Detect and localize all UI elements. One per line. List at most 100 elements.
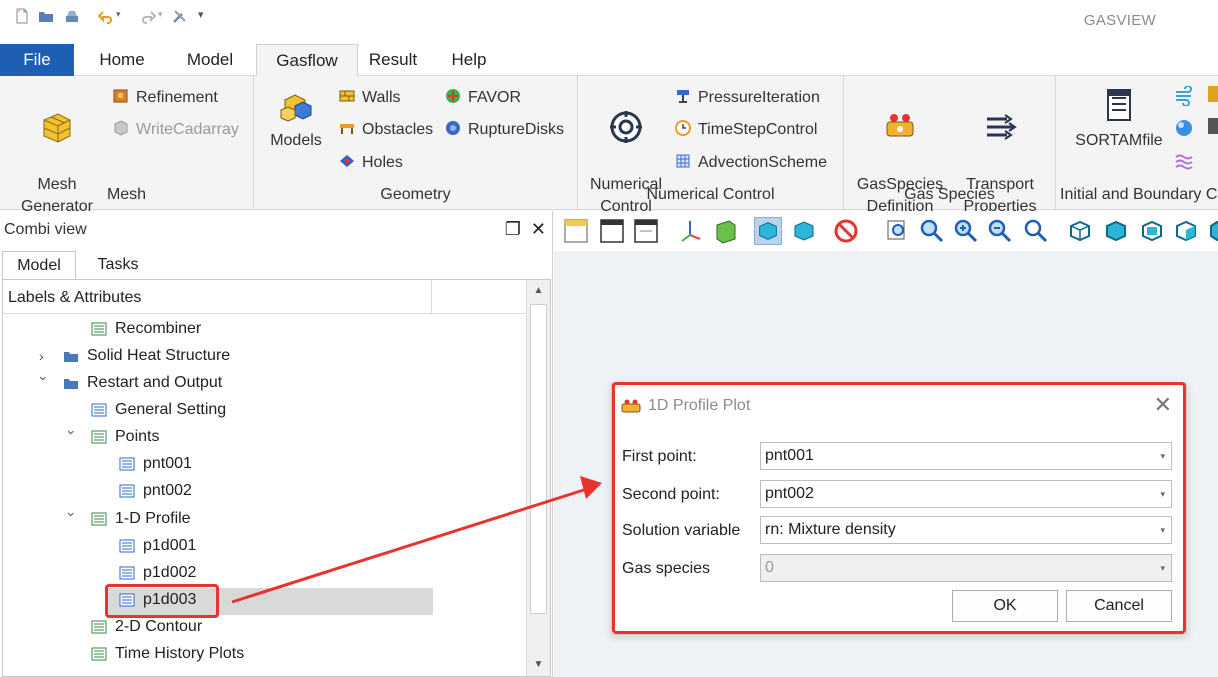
no-entry-icon[interactable] bbox=[832, 217, 860, 245]
rupturedisks-button[interactable]: RuptureDisks bbox=[444, 118, 564, 142]
refinement-button[interactable]: Refinement bbox=[112, 86, 218, 110]
scroll-down-icon[interactable]: ▼ bbox=[527, 654, 550, 676]
mesh-cube-icon bbox=[43, 113, 71, 143]
list-node-icon bbox=[91, 647, 107, 661]
pressure-iteration-label: PressureIteration bbox=[698, 89, 820, 106]
profile-node-icon bbox=[119, 539, 135, 553]
tree-item-label: p1d001 bbox=[143, 537, 197, 554]
axes-icon[interactable] bbox=[678, 217, 706, 245]
obstacles-button[interactable]: Obstacles bbox=[338, 118, 433, 142]
tab-file[interactable]: File bbox=[0, 44, 74, 76]
save-icon[interactable] bbox=[64, 8, 80, 24]
models-cubes-icon bbox=[280, 94, 312, 122]
scrollbar-thumb[interactable] bbox=[530, 304, 547, 614]
view-left-icon[interactable] bbox=[1206, 217, 1218, 245]
ribbon-group-geometry: Models Walls Obstacles Holes FAVOR Ruptu… bbox=[254, 76, 578, 210]
labels-attributes-header: Labels & Attributes bbox=[8, 289, 142, 306]
tree-item-label: p1d002 bbox=[143, 564, 197, 581]
obstacles-icon bbox=[340, 124, 354, 134]
tree-item-label: Restart and Output bbox=[87, 374, 223, 391]
tools-icon[interactable] bbox=[172, 8, 188, 24]
window-icon[interactable] bbox=[598, 217, 626, 245]
chevron-down-icon[interactable]: › bbox=[31, 376, 57, 390]
tab-gasflow[interactable]: Gasflow bbox=[256, 44, 358, 77]
tab-tasks[interactable]: Tasks bbox=[80, 251, 156, 279]
window-split-icon[interactable] bbox=[632, 217, 660, 245]
tab-model-panel[interactable]: Model bbox=[2, 251, 76, 279]
advection-scheme-button[interactable]: AdvectionScheme bbox=[674, 151, 827, 175]
tree-item-label: Solid Heat Structure bbox=[87, 347, 231, 364]
sortam-file-button[interactable]: SORTAMfile bbox=[1064, 86, 1174, 152]
timestep-control-button[interactable]: TimeStepControl bbox=[674, 118, 817, 142]
clock-icon bbox=[675, 120, 691, 136]
walls-label: Walls bbox=[362, 89, 401, 106]
tree-view: Labels & Attributes Recombiner › Solid H… bbox=[2, 279, 551, 677]
walls-icon bbox=[339, 90, 355, 102]
solid-cube-icon[interactable] bbox=[754, 217, 782, 245]
quick-access-toolbar: ▾ ▾ ▾ GASVIEW bbox=[0, 0, 1218, 40]
view-top-icon[interactable] bbox=[1138, 217, 1166, 245]
advection-scheme-label: AdvectionScheme bbox=[698, 154, 827, 171]
cube-shaded-icon[interactable] bbox=[790, 217, 818, 245]
chevron-down-icon[interactable]: › bbox=[59, 512, 85, 526]
sortam-file-icon bbox=[1107, 89, 1131, 121]
models-button[interactable]: Models bbox=[264, 86, 328, 152]
sphere-icon[interactable] bbox=[1174, 118, 1194, 138]
zoom-fit-icon[interactable] bbox=[884, 217, 912, 245]
tree-item-label: pnt002 bbox=[143, 482, 192, 499]
chevron-down-icon[interactable]: › bbox=[59, 430, 85, 444]
writecadarray-button[interactable]: WriteCadarray bbox=[112, 118, 239, 142]
tab-home[interactable]: Home bbox=[84, 44, 160, 76]
holes-button[interactable]: Holes bbox=[338, 151, 403, 175]
close-icon[interactable]: ✕ bbox=[531, 219, 546, 239]
undo-dropdown-icon[interactable]: ▾ bbox=[116, 9, 121, 20]
ribbon: Mesh Generator Refinement WriteCadarray … bbox=[0, 76, 1218, 215]
tab-help[interactable]: Help bbox=[438, 44, 500, 76]
open-folder-icon[interactable] bbox=[38, 8, 54, 24]
gas-species-icon bbox=[886, 114, 914, 137]
ribbon-group-gas-species: GasSpecies Definition Transport Properti… bbox=[844, 76, 1056, 215]
zoom-in-icon[interactable] bbox=[952, 217, 980, 245]
extra-ribbon-icon[interactable] bbox=[1208, 86, 1218, 102]
scroll-up-icon[interactable]: ▲ bbox=[527, 280, 550, 302]
tab-result[interactable]: Result bbox=[362, 44, 424, 76]
view-iso-icon[interactable] bbox=[1066, 217, 1094, 245]
folder-icon bbox=[64, 379, 78, 389]
point-node-icon bbox=[119, 457, 135, 471]
models-label: Models bbox=[270, 132, 322, 149]
customize-dropdown-icon[interactable]: ▾ bbox=[198, 8, 204, 21]
restore-window-icon[interactable]: ❐ bbox=[505, 219, 521, 239]
chevron-right-icon[interactable]: › bbox=[39, 343, 53, 369]
heat-waves-icon[interactable] bbox=[1174, 151, 1194, 171]
tree-item-label: Points bbox=[115, 428, 160, 445]
zoom-out-icon[interactable] bbox=[986, 217, 1014, 245]
walls-button[interactable]: Walls bbox=[338, 86, 401, 110]
settings-node-icon bbox=[91, 403, 107, 417]
view-right-icon[interactable] bbox=[1172, 217, 1200, 245]
wind-icon[interactable] bbox=[1174, 86, 1194, 106]
extra-ribbon-icon-2[interactable] bbox=[1208, 118, 1218, 134]
zoom-box-icon[interactable] bbox=[1022, 217, 1050, 245]
redo-dropdown-icon[interactable]: ▾ bbox=[158, 9, 163, 20]
green-box-icon[interactable] bbox=[712, 217, 740, 245]
tree-scrollbar[interactable]: ▲ ▼ bbox=[526, 280, 550, 676]
mesh-group-label: Mesh bbox=[106, 186, 147, 203]
redo-icon[interactable] bbox=[140, 8, 156, 24]
combi-view-title: Combi view bbox=[4, 221, 87, 238]
tree-item-label: General Setting bbox=[115, 401, 227, 418]
obstacles-label: Obstacles bbox=[362, 121, 434, 138]
tree-header: Labels & Attributes bbox=[3, 280, 527, 314]
list-node-icon bbox=[91, 322, 107, 336]
gear-icon bbox=[610, 111, 642, 143]
new-view-icon[interactable] bbox=[562, 217, 590, 245]
favor-label: FAVOR bbox=[468, 89, 522, 106]
pressure-iteration-button[interactable]: PressureIteration bbox=[674, 86, 820, 110]
view-front-icon[interactable] bbox=[1102, 217, 1130, 245]
tab-model[interactable]: Model bbox=[172, 44, 248, 76]
favor-button[interactable]: FAVOR bbox=[444, 86, 521, 110]
new-file-icon[interactable] bbox=[14, 8, 30, 24]
numerical-control-group-label: Numerical Control bbox=[646, 186, 775, 203]
undo-icon[interactable] bbox=[98, 8, 114, 24]
timestep-control-label: TimeStepControl bbox=[698, 121, 818, 138]
zoom-icon[interactable] bbox=[918, 217, 946, 245]
